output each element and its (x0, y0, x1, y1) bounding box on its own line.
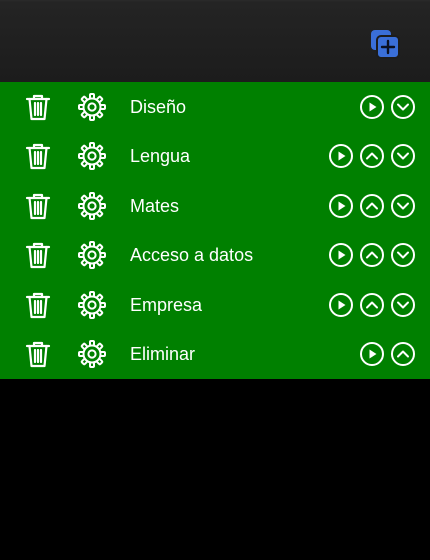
item-label: Diseño (130, 96, 187, 117)
chevron-up-circle-icon (360, 144, 384, 169)
play-circle-icon (329, 243, 353, 268)
delete-button[interactable] (24, 340, 52, 368)
list-item: Lengua (0, 132, 430, 182)
list-item: Diseño (0, 82, 430, 132)
list-item: Eliminar (0, 330, 430, 380)
move-down-button[interactable] (390, 94, 416, 120)
gear-icon (78, 340, 106, 369)
move-down-button[interactable] (390, 292, 416, 318)
item-label: Acceso a datos (130, 245, 254, 266)
item-label: Lengua (130, 146, 191, 167)
chevron-down-circle-icon (391, 292, 415, 317)
play-circle-icon (360, 342, 384, 367)
chevron-up-circle-icon (360, 243, 384, 268)
settings-button[interactable] (78, 191, 106, 220)
move-down-button[interactable] (390, 242, 416, 268)
move-up-button[interactable] (359, 242, 385, 268)
trash-icon (25, 94, 51, 120)
item-label: Eliminar (130, 344, 196, 365)
trash-icon (25, 292, 51, 318)
chevron-down-circle-icon (391, 193, 415, 218)
play-button[interactable] (359, 341, 385, 367)
play-button[interactable] (359, 94, 385, 120)
app-window: Diseño Lengua Mates Acceso a datos Empresa El… (0, 0, 430, 560)
settings-button[interactable] (78, 290, 106, 319)
move-up-button[interactable] (359, 193, 385, 219)
play-button[interactable] (328, 193, 354, 219)
move-down-button[interactable] (390, 193, 416, 219)
trash-icon (25, 144, 51, 170)
chevron-down-circle-icon (391, 94, 415, 119)
settings-button[interactable] (78, 340, 106, 369)
list-item: Mates (0, 181, 430, 231)
add-copy-icon (371, 30, 400, 59)
chevron-up-circle-icon (360, 292, 384, 317)
chevron-up-circle-icon (360, 193, 384, 218)
move-down-button[interactable] (390, 143, 416, 169)
item-label: Mates (130, 195, 180, 216)
move-up-button[interactable] (390, 341, 416, 367)
add-item-button[interactable] (369, 29, 401, 59)
delete-button[interactable] (24, 291, 52, 319)
trash-icon (25, 243, 51, 269)
chevron-up-circle-icon (391, 342, 415, 367)
delete-button[interactable] (24, 93, 52, 121)
trash-icon (25, 193, 51, 219)
settings-button[interactable] (78, 241, 106, 270)
play-button[interactable] (328, 242, 354, 268)
gear-icon (78, 92, 106, 121)
header-bar (0, 0, 430, 82)
delete-button[interactable] (24, 241, 52, 269)
play-circle-icon (329, 292, 353, 317)
chevron-down-circle-icon (391, 243, 415, 268)
gear-icon (78, 191, 106, 220)
gear-icon (78, 142, 106, 171)
play-button[interactable] (328, 143, 354, 169)
gear-icon (78, 290, 106, 319)
item-list: Diseño Lengua Mates Acceso a datos Empresa El… (0, 82, 430, 379)
delete-button[interactable] (24, 192, 52, 220)
list-item: Empresa (0, 280, 430, 330)
gear-icon (78, 241, 106, 270)
move-up-button[interactable] (359, 143, 385, 169)
play-button[interactable] (328, 292, 354, 318)
play-circle-icon (329, 144, 353, 169)
move-up-button[interactable] (359, 292, 385, 318)
delete-button[interactable] (24, 142, 52, 170)
settings-button[interactable] (78, 142, 106, 171)
play-circle-icon (329, 193, 353, 218)
list-item: Acceso a datos (0, 231, 430, 281)
trash-icon (25, 342, 51, 368)
play-circle-icon (360, 94, 384, 119)
settings-button[interactable] (78, 92, 106, 121)
chevron-down-circle-icon (391, 144, 415, 169)
item-label: Empresa (130, 294, 203, 315)
